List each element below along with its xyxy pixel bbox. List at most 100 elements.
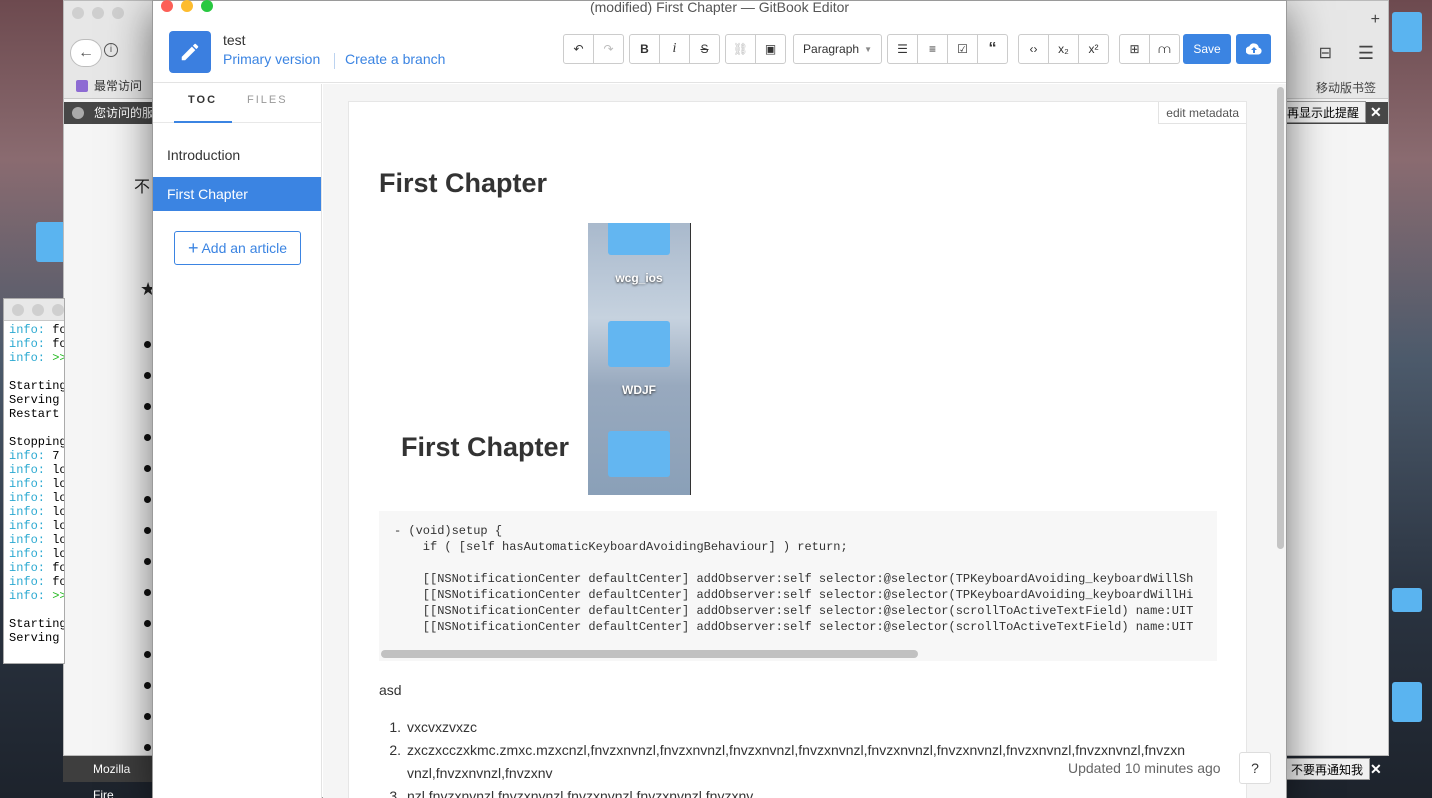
task-list-icon[interactable]: ☑ — [947, 34, 978, 64]
toc-item-first-chapter[interactable]: First Chapter — [153, 177, 321, 211]
folder-icon — [608, 223, 670, 255]
list-item[interactable]: 1. vxcvxzvxzc — [379, 716, 1217, 739]
create-branch-link[interactable]: Create a branch — [345, 51, 445, 67]
code-icon[interactable]: ‹› — [1018, 34, 1049, 64]
pencil-icon — [169, 31, 211, 73]
log-text: fo — [45, 561, 65, 575]
tab-files[interactable]: FILES — [247, 94, 288, 106]
dont-notify-button[interactable]: 不要再通知我 — [1284, 758, 1371, 780]
notification-dismiss-button[interactable]: 再显示此提醒 — [1280, 101, 1367, 123]
bg-bullet — [144, 682, 151, 689]
mobile-bookmarks[interactable]: 移动版书签 — [1316, 79, 1376, 96]
edit-metadata-button[interactable]: edit metadata — [1158, 102, 1246, 124]
table-icon[interactable]: ⊞ — [1119, 34, 1150, 64]
list-item[interactable]: 3. nzl,fnvzxnvnzl,fnvzxnvnzl,fnvzxnvnzl,f… — [379, 785, 1217, 798]
bg-page-text: 不 — [134, 179, 151, 196]
cloud-upload-icon[interactable] — [1236, 34, 1271, 64]
toc-item-introduction[interactable]: Introduction — [153, 138, 321, 172]
save-button[interactable]: Save — [1183, 34, 1231, 64]
log-level: info: — [9, 491, 46, 505]
terminal-line: info: fo — [9, 575, 64, 589]
window-controls[interactable] — [161, 0, 213, 12]
bold-button[interactable]: B — [629, 34, 660, 64]
desktop-folder-icon[interactable] — [1392, 588, 1422, 612]
editor-area: edit metadata First Chapter First Chapte… — [323, 84, 1286, 798]
vertical-scrollbar[interactable] — [1277, 87, 1284, 549]
terminal-line: info: fo — [9, 561, 64, 575]
log-level: info: — [9, 561, 46, 575]
log-text: 7 — [45, 449, 65, 463]
close-icon[interactable]: ✕ — [1370, 104, 1382, 121]
terminal-line: Serving — [9, 631, 59, 645]
log-text: lo — [45, 519, 65, 533]
minimize-window-button[interactable] — [181, 0, 193, 12]
log-level: info: — [9, 477, 46, 491]
terminal-line: info: lo — [9, 519, 64, 533]
log-level: info: — [9, 463, 46, 477]
image-icon[interactable]: ▣ — [755, 34, 786, 64]
log-text: Restart — [9, 407, 65, 421]
code-block[interactable]: - (void)setup { if ( [self hasAutomaticK… — [379, 511, 1217, 661]
add-article-button[interactable]: + Add an article — [174, 231, 301, 265]
window-controls[interactable] — [12, 304, 64, 316]
paragraph[interactable]: asd — [379, 682, 402, 698]
close-window-button[interactable] — [161, 0, 173, 12]
close-icon[interactable]: ✕ — [1370, 761, 1382, 778]
chapter-heading[interactable]: First Chapter — [379, 168, 547, 199]
italic-button[interactable]: i — [659, 34, 690, 64]
footnote-icon[interactable]: ⩋ — [1149, 34, 1180, 64]
log-text: Starting — [9, 617, 65, 631]
zoom-window-button[interactable] — [201, 0, 213, 12]
site-info-icon[interactable]: i — [104, 43, 118, 57]
paragraph-select[interactable]: Paragraph ▼ — [793, 34, 882, 64]
editor-header: test Primary version Create a branch ↶ ↷… — [153, 17, 1286, 83]
undo-icon[interactable]: ↶ — [563, 34, 594, 64]
bookmark-most-visited[interactable]: 最常访问 — [76, 77, 142, 94]
back-button[interactable]: ← — [70, 39, 102, 67]
info-icon — [72, 107, 84, 119]
bg-bullet — [144, 589, 151, 596]
link-icon[interactable]: ⛓ — [725, 34, 756, 64]
terminal-line: Restart — [9, 407, 59, 421]
list-group: ☰ ≡ ☑ “ — [887, 34, 1008, 64]
desktop-folder-icon[interactable] — [1392, 12, 1422, 52]
terminal-line: Stopping — [9, 435, 64, 449]
bullet-list-icon[interactable]: ☰ — [887, 34, 918, 64]
terminal-window: info: fo info: fo info: >> Starting Serving… — [3, 298, 65, 664]
numbered-list-icon[interactable]: ≡ — [917, 34, 948, 64]
new-tab-icon[interactable]: + — [1371, 11, 1380, 29]
image-label: WDJF — [622, 383, 656, 397]
strikethrough-button[interactable]: S — [689, 34, 720, 64]
terminal-line: info: lo — [9, 491, 64, 505]
desktop-folder-icon[interactable] — [36, 222, 66, 262]
bg-bullet — [144, 713, 151, 720]
help-button[interactable]: ? — [1239, 752, 1271, 784]
embedded-image[interactable]: wcg_ios WDJF — [588, 223, 691, 495]
desktop-folder-icon[interactable] — [1392, 682, 1422, 722]
blockquote-icon[interactable]: “ — [977, 34, 1008, 64]
bg-bullet — [144, 744, 151, 751]
editor-page[interactable]: edit metadata First Chapter First Chapte… — [348, 101, 1247, 798]
log-level: info: — [9, 575, 46, 589]
log-text: Starting — [9, 379, 65, 393]
window-controls[interactable] — [72, 7, 124, 19]
reader-icon[interactable]: ⊟ — [1319, 43, 1332, 63]
log-text: >> — [45, 589, 65, 603]
subscript-icon[interactable]: x₂ — [1048, 34, 1079, 64]
taskbar-firefox[interactable]: Mozilla Fire — [63, 756, 153, 798]
plus-icon: + — [187, 238, 199, 258]
superscript-icon[interactable]: x² — [1078, 34, 1109, 64]
log-text: fo — [45, 575, 65, 589]
ordered-list[interactable]: 1. vxcvxzvxzc 2. zxczxcczxkmc.zmxc.mzxcnzl… — [379, 716, 1217, 798]
primary-version-link[interactable]: Primary version — [223, 51, 320, 67]
tab-toc[interactable]: TOC — [188, 94, 217, 106]
terminal-line: info: >> — [9, 589, 64, 603]
log-level: info: — [9, 519, 46, 533]
code-text: - (void)setup { if ( [self hasAutomaticK… — [394, 524, 1194, 634]
horizontal-scrollbar[interactable] — [381, 650, 918, 658]
terminal-line: Starting — [9, 379, 64, 393]
menu-icon[interactable]: ☰ — [1358, 43, 1374, 64]
log-level: info: — [9, 449, 46, 463]
redo-icon[interactable]: ↷ — [593, 34, 624, 64]
